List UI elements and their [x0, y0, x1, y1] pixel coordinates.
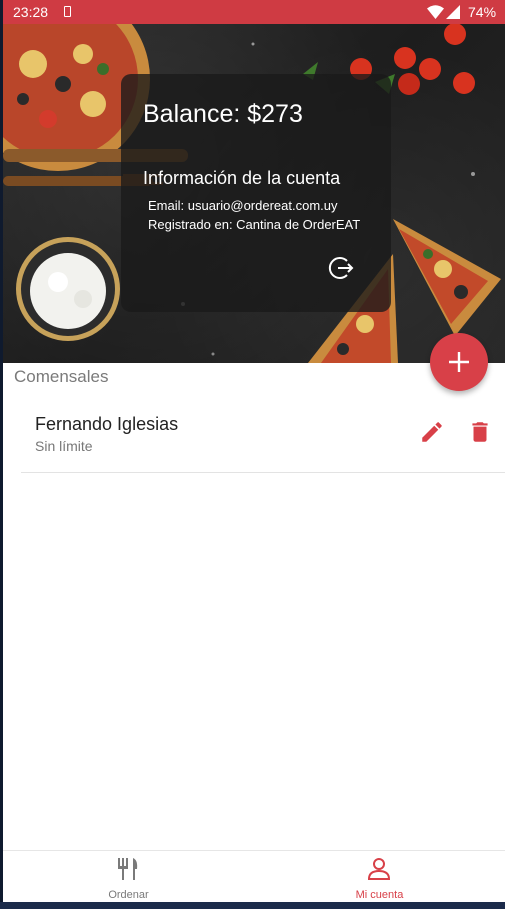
nav-tab-mi-cuenta[interactable]: Mi cuenta [254, 851, 505, 902]
account-hero: Balance: $273 Información de la cuenta E… [3, 24, 505, 363]
status-time: 23:28 [13, 4, 49, 20]
account-email: Email: usuario@ordereat.com.uy [148, 198, 338, 213]
account-info-card: Balance: $273 Información de la cuenta E… [121, 74, 391, 312]
sim-card-icon [64, 6, 71, 17]
app-screen: 23:28 74% Balance: $273 Información de l… [3, 0, 505, 902]
edit-icon[interactable] [419, 419, 445, 445]
diner-name: Fernando Iglesias [35, 414, 179, 434]
diner-limit: Sin límite [35, 438, 93, 454]
status-bar: 23:28 74% [3, 0, 505, 24]
person-icon [367, 858, 391, 880]
logout-icon[interactable] [327, 254, 355, 282]
battery-level: 74% [468, 4, 497, 20]
account-registered: Registrado en: Cantina de OrderEAT [148, 217, 361, 232]
system-navigation-bar [0, 902, 505, 909]
diner-row[interactable]: Fernando Iglesias Sin límite [21, 400, 505, 473]
delete-icon[interactable] [467, 419, 493, 445]
balance-label: Balance: $273 [143, 100, 303, 128]
account-info-title: Información de la cuenta [143, 168, 341, 188]
wifi-icon [427, 5, 444, 19]
nav-label-mi-cuenta: Mi cuenta [355, 889, 404, 901]
signal-icon [446, 5, 460, 19]
plus-icon [449, 352, 469, 372]
nav-label-ordenar: Ordenar [108, 889, 149, 901]
diners-section-title: Comensales [14, 367, 109, 386]
add-diner-button[interactable] [430, 333, 488, 391]
bottom-navigation: Ordenar Mi cuenta [3, 850, 505, 902]
nav-tab-ordenar[interactable]: Ordenar [3, 851, 254, 902]
fork-knife-icon [118, 858, 138, 880]
